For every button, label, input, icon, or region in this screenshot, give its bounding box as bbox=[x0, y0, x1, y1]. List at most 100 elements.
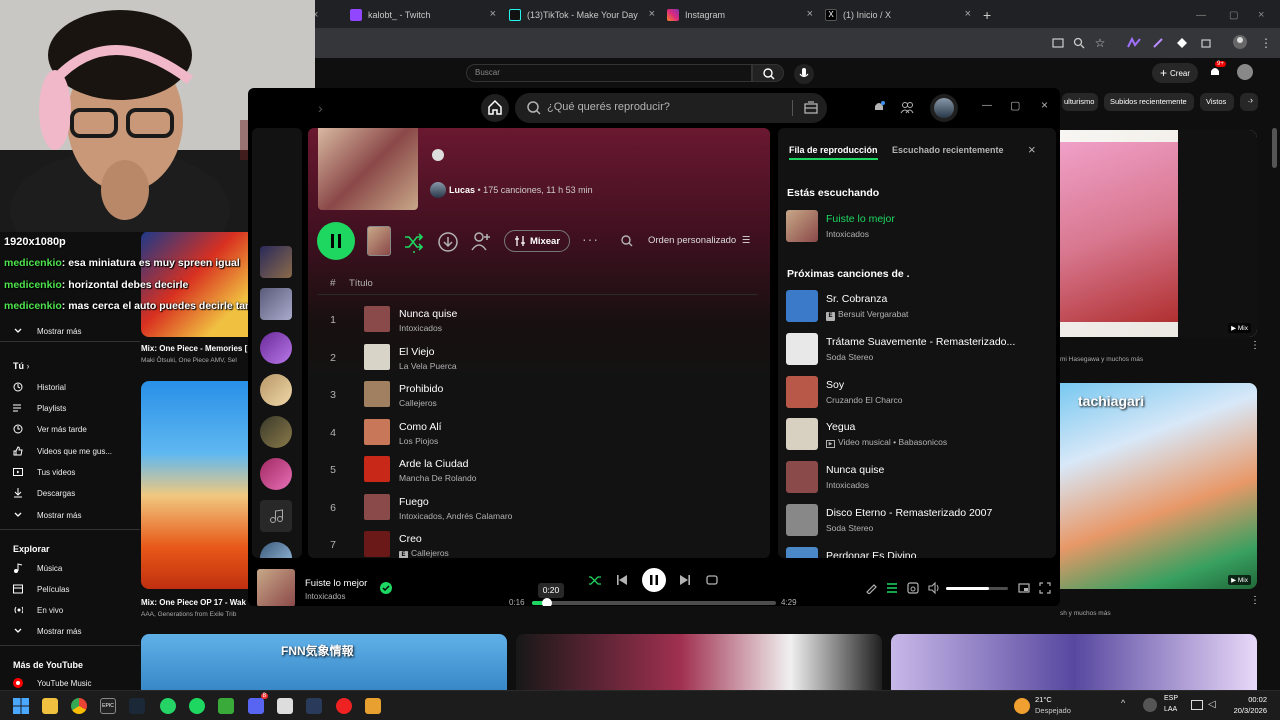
discord-icon[interactable]: 8 bbox=[248, 693, 268, 714]
queue-now-playing[interactable]: Fuiste lo mejor Intoxicados bbox=[786, 208, 1046, 246]
video-thumbnail-4[interactable]: tachiagari ▶ Mix bbox=[1060, 383, 1257, 589]
tab-instagram[interactable]: Instagram × bbox=[667, 3, 813, 27]
language-code[interactable]: ESP bbox=[1164, 695, 1178, 702]
next-track-icon[interactable] bbox=[678, 573, 692, 587]
network-icon[interactable] bbox=[1191, 700, 1203, 710]
search-in-playlist-icon[interactable] bbox=[620, 234, 634, 248]
shuffle-small-icon[interactable] bbox=[588, 573, 602, 587]
browse-icon[interactable] bbox=[803, 100, 819, 116]
youtube-avatar[interactable] bbox=[1237, 64, 1253, 80]
user-avatar[interactable] bbox=[930, 94, 958, 122]
youtube-search-input[interactable]: Buscar bbox=[466, 64, 752, 82]
youtube-search-button[interactable] bbox=[752, 64, 784, 82]
video-thumbnail-2[interactable] bbox=[141, 381, 249, 589]
queue-item[interactable]: Nunca quise Intoxicados bbox=[786, 459, 1046, 497]
queue-item[interactable]: Trátame Suavemente - Remasterizado... Sod… bbox=[786, 331, 1046, 369]
play-pause-button[interactable] bbox=[317, 222, 355, 260]
sidebar-item-playlists[interactable]: Playlists bbox=[0, 398, 140, 418]
sidebar-show-more-tu[interactable]: Mostrar más bbox=[0, 505, 140, 525]
volume-slider[interactable] bbox=[946, 587, 1008, 590]
sidebar-show-more-explorar[interactable]: Mostrar más bbox=[0, 621, 140, 641]
queue-item[interactable]: Yegua ▶ Video musical • Babasonicos bbox=[786, 416, 1046, 454]
owner-avatar[interactable] bbox=[430, 182, 446, 198]
weather-temp[interactable]: 21°C bbox=[1035, 695, 1052, 704]
sidebar-header-tu[interactable]: Tú › bbox=[13, 361, 30, 371]
steam-icon[interactable] bbox=[129, 698, 145, 714]
whatsapp-icon[interactable] bbox=[160, 698, 176, 714]
app-icon[interactable] bbox=[365, 698, 381, 714]
sidebar-item-musica[interactable]: Música bbox=[0, 558, 140, 578]
chip-vistos[interactable]: Vistos bbox=[1200, 93, 1234, 111]
sidebar-item-liked[interactable]: Videos que me gus... bbox=[0, 441, 140, 461]
chip-recent[interactable]: Subidos recientemente bbox=[1104, 93, 1194, 111]
xbox-icon[interactable] bbox=[218, 698, 234, 714]
file-explorer-icon[interactable] bbox=[42, 698, 58, 714]
speaker-icon[interactable]: ◁ bbox=[1208, 699, 1216, 710]
steam-icon-2[interactable] bbox=[306, 698, 322, 714]
more-options-icon[interactable]: ··· bbox=[582, 231, 599, 247]
weather-moon-icon[interactable] bbox=[1014, 698, 1030, 714]
weather-desc[interactable]: Despejado bbox=[1035, 706, 1071, 715]
fullscreen-icon[interactable] bbox=[1039, 582, 1051, 594]
voice-search-button[interactable] bbox=[794, 64, 814, 84]
library-item[interactable] bbox=[260, 246, 292, 278]
video-channel-1[interactable]: Maki Ōtsuki, One Piece AMV, Sel bbox=[141, 357, 237, 364]
video-channel-3[interactable]: mi Hasegawa y muchos más bbox=[1060, 356, 1143, 363]
video-title-2[interactable]: Mix: One Piece OP 17 - Wak bbox=[141, 598, 246, 607]
clock-date[interactable]: 20/3/2026 bbox=[1224, 706, 1267, 715]
tray-expand-icon[interactable]: ^ bbox=[1121, 698, 1125, 708]
connect-device-icon[interactable] bbox=[907, 582, 919, 594]
lyrics-icon[interactable] bbox=[865, 582, 877, 594]
close-window-button[interactable]: × bbox=[1258, 3, 1264, 27]
player-pause-button[interactable] bbox=[642, 568, 666, 592]
queue-item[interactable]: Soy Cruzando El Charco bbox=[786, 374, 1046, 412]
page-scrollbar[interactable] bbox=[1272, 128, 1277, 168]
browser-menu-icon[interactable]: ⋮ bbox=[1258, 35, 1274, 51]
queue-item[interactable]: Disco Eterno - Remasterizado 2007 Soda St… bbox=[786, 502, 1046, 540]
friend-activity-icon[interactable] bbox=[900, 100, 914, 114]
sidebar-item-descargas[interactable]: Descargas bbox=[0, 483, 140, 503]
zoom-icon[interactable] bbox=[1071, 35, 1087, 51]
notifications-bell-icon[interactable]: 9+ bbox=[1208, 61, 1226, 79]
tab-close-icon[interactable]: × bbox=[649, 8, 655, 20]
tab-close-icon[interactable]: × bbox=[490, 8, 496, 20]
video-channel-2[interactable]: AAA, Generations from Exile Trib bbox=[141, 611, 236, 618]
home-button[interactable] bbox=[481, 94, 509, 122]
video-thumbnail-7[interactable] bbox=[891, 634, 1257, 690]
add-user-icon[interactable] bbox=[470, 230, 492, 252]
queue-item[interactable]: Perdonar Es Divino bbox=[786, 545, 1046, 558]
sidebar-show-more-top[interactable]: Mostrar más bbox=[0, 321, 140, 341]
capcut-icon[interactable] bbox=[277, 698, 293, 714]
sidebar-item-peliculas[interactable]: Películas bbox=[0, 579, 140, 599]
whats-new-bell-icon[interactable] bbox=[872, 100, 886, 114]
playlist-preview-button[interactable] bbox=[367, 226, 391, 256]
sidebar-item-tus-videos[interactable]: Tus videos bbox=[0, 462, 140, 482]
video-thumbnail-5[interactable]: FNN気象情報 bbox=[141, 634, 507, 690]
repeat-icon[interactable] bbox=[705, 573, 719, 587]
sort-dropdown[interactable]: Orden personalizado ☰ bbox=[648, 235, 750, 246]
bookmark-star-icon[interactable]: ☆ bbox=[1092, 35, 1108, 51]
spotify-search-input[interactable]: ¿Qué querés reproducir? bbox=[515, 93, 827, 123]
tab-close-icon[interactable]: × bbox=[965, 8, 971, 20]
extensions-puzzle-icon[interactable] bbox=[1198, 35, 1214, 51]
tab-queue[interactable]: Fila de reproducción bbox=[789, 145, 878, 160]
mix-button[interactable]: Mixear bbox=[504, 230, 570, 252]
sidebar-item-ver-mas-tarde[interactable]: Ver más tarde bbox=[0, 419, 140, 439]
tab-x[interactable]: X (1) Inicio / X × bbox=[825, 3, 971, 27]
now-playing-title[interactable]: Fuiste lo mejor bbox=[305, 578, 367, 589]
spotify-taskbar-icon[interactable] bbox=[189, 698, 205, 714]
tab-close-icon[interactable]: × bbox=[807, 8, 813, 20]
minimize-window-button[interactable]: — bbox=[1196, 3, 1206, 27]
back-nav-icon[interactable]: › bbox=[318, 100, 323, 116]
new-tab-button[interactable]: + bbox=[983, 3, 995, 27]
queue-icon[interactable] bbox=[886, 582, 898, 594]
sidebar-item-en-vivo[interactable]: En vivo bbox=[0, 600, 140, 620]
miniplayer-icon[interactable] bbox=[1018, 582, 1030, 594]
seek-bar[interactable] bbox=[532, 598, 776, 606]
spotify-close-button[interactable]: × bbox=[1041, 98, 1048, 112]
video-thumbnail-3[interactable]: ▶ Mix bbox=[1060, 130, 1257, 337]
download-icon[interactable] bbox=[437, 231, 459, 253]
volume-icon[interactable] bbox=[928, 582, 940, 594]
chips-next-icon[interactable]: › bbox=[1250, 95, 1253, 105]
tab-twitch[interactable]: kalobt_ - Twitch × bbox=[350, 3, 496, 27]
